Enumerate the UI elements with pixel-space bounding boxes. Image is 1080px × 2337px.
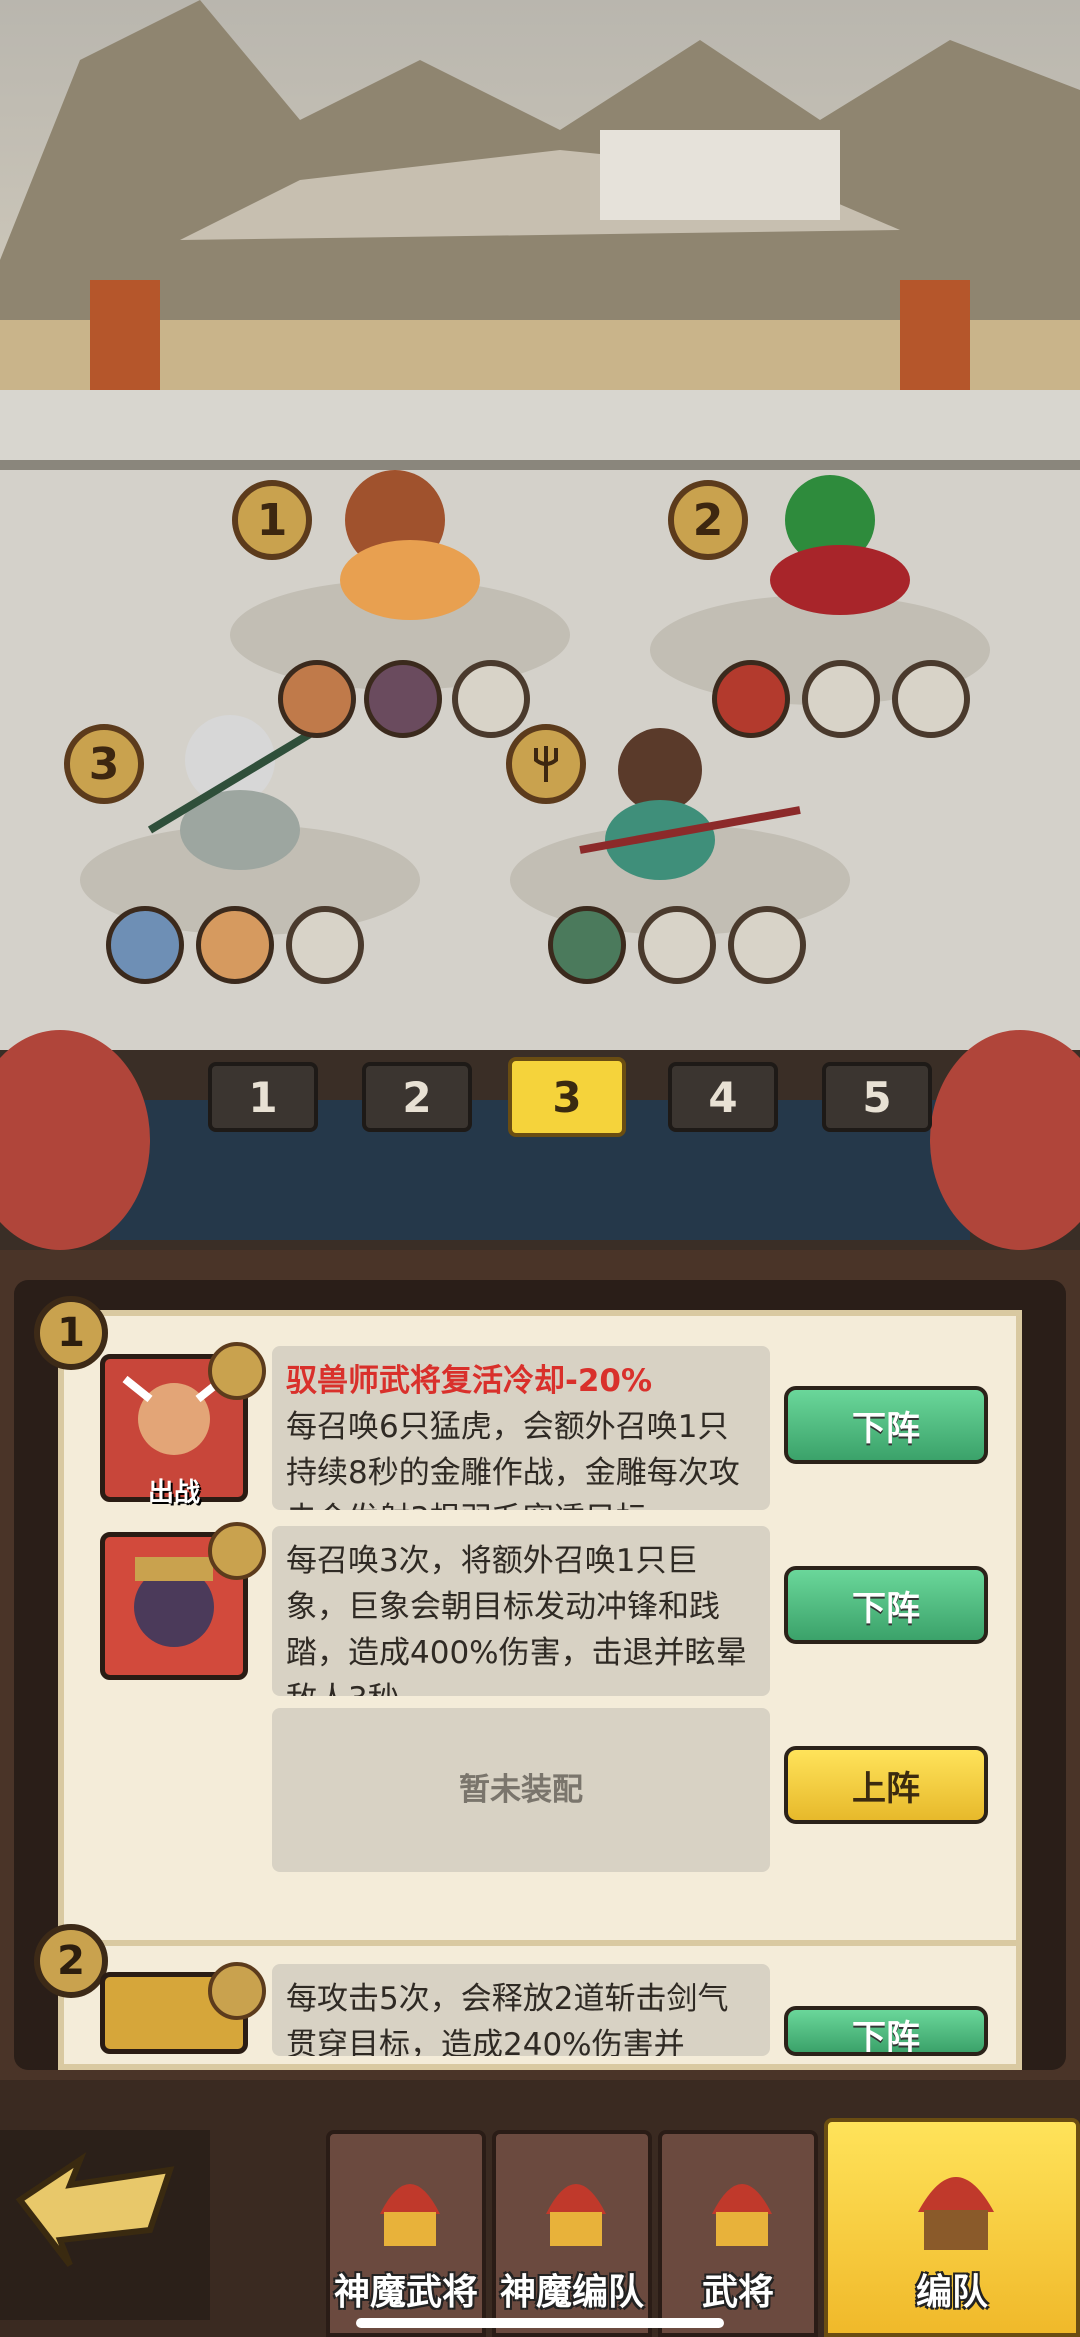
back-arrow-icon [15, 2152, 175, 2267]
nav-item-divine-formation[interactable]: 神魔编队 [492, 2130, 652, 2337]
empty-portrait-slot[interactable] [892, 660, 970, 738]
nav-label: 武将 [701, 2272, 774, 2313]
tiger-class-icon [208, 1342, 266, 1400]
empty-portrait-slot[interactable] [728, 906, 806, 984]
helmet-icon [918, 2177, 994, 2250]
deploy-button[interactable]: 上阵 [784, 1746, 988, 1824]
undeploy-button[interactable]: 下阵 [784, 2006, 988, 2056]
hero-portrait[interactable] [106, 906, 184, 984]
battlefield: 1 2 3 1 2 3 4 5 [0, 0, 1080, 1250]
nav-item-generals[interactable]: 武将 [658, 2130, 818, 2337]
formation-tab-3[interactable]: 3 [508, 1057, 626, 1137]
empty-portrait-slot[interactable] [286, 906, 364, 984]
slot-number-2: 2 [668, 480, 748, 560]
hero-portrait[interactable] [548, 906, 626, 984]
formation-tab-5[interactable]: 5 [822, 1062, 932, 1132]
empty-portrait-slot[interactable] [802, 660, 880, 738]
hero-portrait[interactable] [364, 660, 442, 738]
trident-icon [506, 724, 586, 804]
formation-tab-2[interactable]: 2 [362, 1062, 472, 1132]
skill-text: 每召唤3次，将额外召唤1只巨象，巨象会朝目标发动冲锋和践踏，造成400%伤害，击… [286, 1543, 747, 1696]
hero-portrait[interactable] [278, 660, 356, 738]
slot-number-3: 3 [64, 724, 144, 804]
skill-description: 驭兽师武将复活冷却-20% 每召唤6只猛虎，会额外召唤1只持续8秒的金雕作战，金… [272, 1346, 770, 1510]
helmet-icon [380, 2184, 440, 2246]
formation-tab-4[interactable]: 4 [668, 1062, 778, 1132]
skill-highlight: 驭兽师武将复活冷却-20% [286, 1363, 653, 1399]
undeploy-button[interactable]: 下阵 [784, 1386, 988, 1464]
empty-portrait-slot[interactable] [638, 906, 716, 984]
nav-label: 神魔编队 [499, 2272, 644, 2313]
hero-portrait[interactable] [712, 660, 790, 738]
squad-panel: 1 出战 驭兽师武将复活冷却-20% 每召唤6只猛虎，会额外召唤1只持续8秒的金… [0, 1250, 1080, 2080]
squad-number-1: 1 [34, 1296, 108, 1370]
tiger-class-icon [208, 1522, 266, 1580]
helmet-icon [712, 2184, 772, 2246]
nav-item-divine-generals[interactable]: 神魔武将 [326, 2130, 486, 2337]
skill-text: 每攻击5次，会释放2道斩击剑气贯穿目标，造成240%伤害并 [286, 1981, 729, 2056]
nav-item-formation[interactable]: 编队 [824, 2118, 1080, 2337]
bottom-nav: 神魔武将 神魔编队 武将 编队 [0, 2080, 1080, 2337]
nav-label: 编队 [915, 2272, 988, 2313]
horse-class-icon [208, 1962, 266, 2020]
skill-description: 每攻击5次，会释放2道斩击剑气贯穿目标，造成240%伤害并 [272, 1964, 770, 2056]
skill-description: 每召唤3次，将额外召唤1只巨象，巨象会朝目标发动冲锋和践踏，造成400%伤害，击… [272, 1526, 770, 1696]
empty-equip-slot: 暂未装配 [272, 1708, 770, 1872]
slot-number-1: 1 [232, 480, 312, 560]
undeploy-button[interactable]: 下阵 [784, 1566, 988, 1644]
hero-portrait[interactable] [196, 906, 274, 984]
nav-label: 神魔武将 [333, 2272, 478, 2313]
squad-number-2: 2 [34, 1924, 108, 1998]
skill-text: 每召唤6只猛虎，会额外召唤1只持续8秒的金雕作战，金雕每次攻击会发射3根羽毛穿透… [286, 1409, 740, 1510]
deploy-tag: 出战 [147, 1478, 200, 1508]
formation-tab-1[interactable]: 1 [208, 1062, 318, 1132]
home-indicator [356, 2318, 724, 2328]
helmet-icon [546, 2184, 606, 2246]
empty-portrait-slot[interactable] [452, 660, 530, 738]
back-button[interactable] [0, 2130, 210, 2320]
